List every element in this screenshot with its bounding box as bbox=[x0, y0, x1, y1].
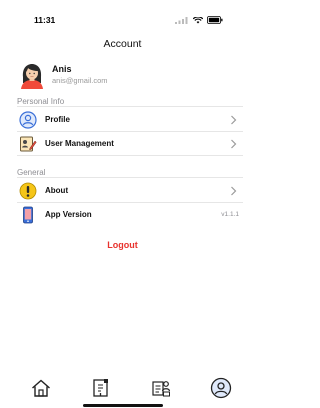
profile-name: Anis bbox=[52, 64, 72, 74]
battery-icon bbox=[207, 16, 223, 24]
cellular-icon bbox=[175, 16, 188, 24]
divider bbox=[17, 177, 243, 178]
user-edit-icon bbox=[20, 136, 37, 152]
phone-icon bbox=[23, 206, 33, 224]
profile-header[interactable]: Anis anis@gmail.com bbox=[18, 61, 228, 91]
tab-bar bbox=[0, 373, 245, 408]
menu-item-about[interactable]: About bbox=[17, 181, 243, 203]
menu-item-profile[interactable]: Profile bbox=[17, 110, 243, 132]
menu-item-label: User Management bbox=[45, 139, 114, 148]
tab-documents[interactable] bbox=[90, 377, 112, 399]
app-version-value: v1.1.1 bbox=[221, 211, 239, 218]
chevron-right-icon bbox=[231, 186, 237, 196]
document-icon bbox=[93, 379, 108, 397]
section-label-personal-info: Personal Info bbox=[17, 97, 65, 106]
menu-item-label: About bbox=[45, 186, 69, 195]
management-icon bbox=[152, 381, 171, 397]
wifi-icon bbox=[193, 16, 203, 23]
chevron-right-icon bbox=[231, 139, 237, 149]
home-icon bbox=[32, 379, 50, 397]
tab-account[interactable] bbox=[210, 377, 232, 399]
menu-item-label: App Version bbox=[45, 210, 92, 219]
status-icons bbox=[175, 16, 223, 24]
menu-item-app-version: App Version v1.1.1 bbox=[17, 205, 243, 227]
chevron-right-icon bbox=[231, 115, 237, 125]
profile-email: anis@gmail.com bbox=[52, 76, 108, 85]
account-icon bbox=[210, 377, 232, 399]
divider bbox=[17, 131, 243, 132]
avatar-icon bbox=[21, 64, 43, 89]
menu-item-label: Profile bbox=[45, 115, 70, 124]
divider bbox=[17, 106, 243, 107]
status-bar: 11:31 bbox=[0, 0, 245, 36]
divider bbox=[17, 202, 243, 203]
section-label-general: General bbox=[17, 168, 46, 177]
tab-home[interactable] bbox=[30, 377, 52, 399]
page-title: Account bbox=[103, 38, 142, 50]
status-time: 11:31 bbox=[34, 15, 56, 25]
home-indicator bbox=[83, 404, 163, 407]
info-icon bbox=[19, 182, 37, 200]
logout-button[interactable]: Logout bbox=[0, 240, 245, 250]
tab-management[interactable] bbox=[150, 377, 172, 399]
menu-item-user-management[interactable]: User Management bbox=[17, 134, 243, 156]
divider bbox=[17, 155, 243, 156]
user-circle-icon bbox=[19, 111, 37, 129]
